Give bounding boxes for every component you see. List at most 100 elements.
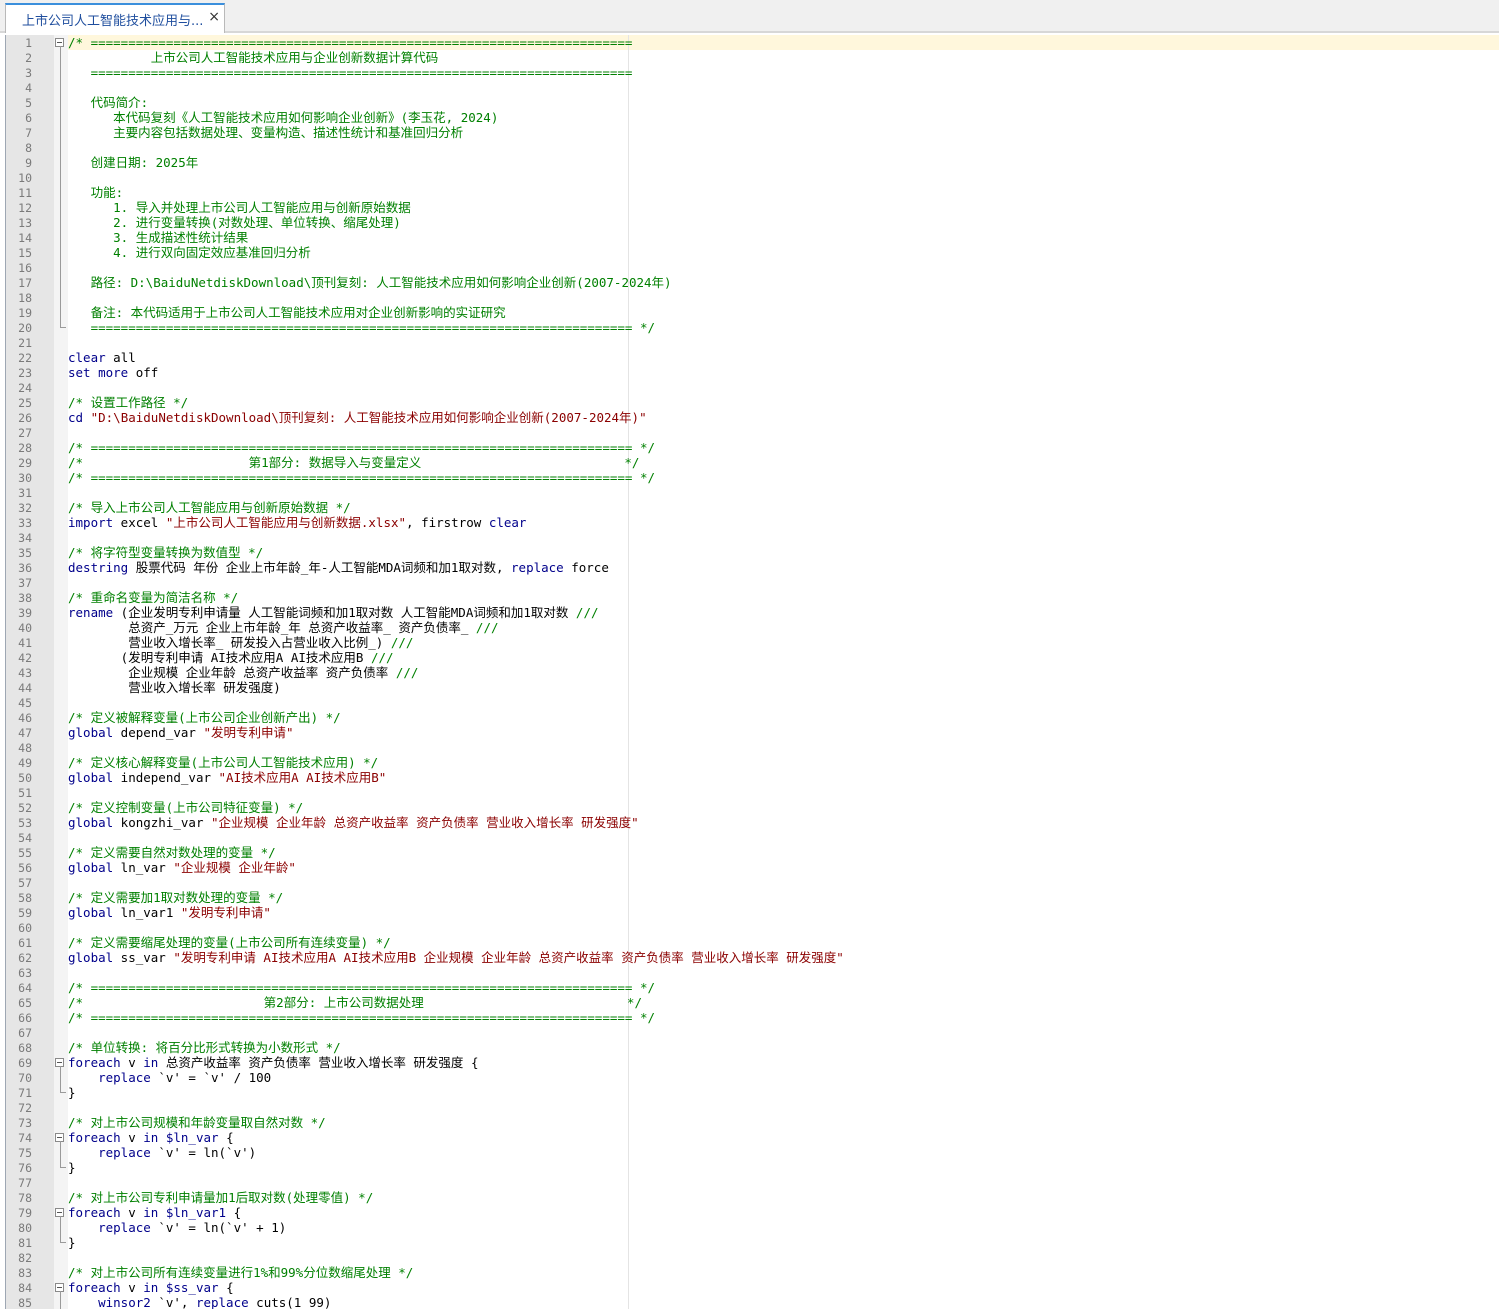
line-text[interactable]: /* 对上市公司专利申请量加1后取对数(处理零值) */ [68,1190,373,1205]
code-line[interactable]: 52 /* 定义控制变量(上市公司特征变量) */ [6,800,1499,815]
code-line[interactable]: 30 /* ===================================… [6,470,1499,485]
close-icon[interactable]: × [208,9,220,25]
code-line[interactable]: 70 replace `v' = `v' / 100 [6,1070,1499,1085]
line-text[interactable]: /* =====================================… [68,470,655,485]
code-line[interactable]: 2 上市公司人工智能技术应用与企业创新数据计算代码 [6,50,1499,65]
line-text[interactable]: 营业收入增长率 研发强度) [68,680,281,695]
line-text[interactable]: ========================================… [68,65,633,80]
code-line[interactable]: 11 功能: [6,185,1499,200]
code-line[interactable]: 12 1. 导入并处理上市公司人工智能应用与创新原始数据 [6,200,1499,215]
code-line[interactable]: 23 set more off [6,365,1499,380]
code-line[interactable]: 79 foreach v in $ln_var1 { [6,1205,1499,1220]
code-line[interactable]: 43 企业规模 企业年龄 总资产收益率 资产负债率 /// [6,665,1499,680]
line-text[interactable]: 代码简介: [68,95,149,110]
code-line[interactable]: 34 [6,530,1499,545]
code-line[interactable]: 26 cd "D:\BaiduNetdiskDownload\顶刊复刻: 人工智能… [6,410,1499,425]
code-line[interactable]: 45 [6,695,1499,710]
line-text[interactable]: 主要内容包括数据处理、变量构造、描述性统计和基准回归分析 [68,125,463,140]
code-line[interactable]: 62 global ss_var "发明专利申请 AI技术应用A AI技术应用B … [6,950,1499,965]
line-text[interactable]: foreach v in 总资产收益率 资产负债率 营业收入增长率 研发强度 { [68,1055,478,1070]
code-line[interactable]: 83 /* 对上市公司所有连续变量进行1%和99%分位数缩尾处理 */ [6,1265,1499,1280]
line-text[interactable]: global ln_var "企业规模 企业年龄" [68,860,296,875]
code-line[interactable]: 9 创建日期: 2025年 [6,155,1499,170]
line-text[interactable]: foreach v in $ss_var { [68,1280,234,1295]
code-line[interactable]: 7 主要内容包括数据处理、变量构造、描述性统计和基准回归分析 [6,125,1499,140]
line-text[interactable]: /* =====================================… [68,1010,655,1025]
code-line[interactable]: 59 global ln_var1 "发明专利申请" [6,905,1499,920]
line-text[interactable]: cd "D:\BaiduNetdiskDownload\顶刊复刻: 人工智能技术… [68,410,647,425]
code-line[interactable]: 20 =====================================… [6,320,1499,335]
line-text[interactable]: } [68,1235,76,1250]
line-text[interactable]: set more off [68,365,158,380]
line-text[interactable]: 功能: [68,185,124,200]
line-text[interactable]: replace `v' = ln(`v') [68,1145,256,1160]
code-line[interactable]: 57 [6,875,1499,890]
code-line[interactable]: 4 [6,80,1499,95]
line-text[interactable]: /* 重命名变量为简洁名称 */ [68,590,238,605]
line-text[interactable]: 1. 导入并处理上市公司人工智能应用与创新原始数据 [68,200,411,215]
code-line[interactable]: 46 /* 定义被解释变量(上市公司企业创新产出) */ [6,710,1499,725]
code-line[interactable]: 49 /* 定义核心解释变量(上市公司人工智能技术应用) */ [6,755,1499,770]
line-text[interactable]: /* 定义核心解释变量(上市公司人工智能技术应用) */ [68,755,378,770]
code-line[interactable]: 5 代码简介: [6,95,1499,110]
code-line[interactable]: 29 /* 第1部分: 数据导入与变量定义 */ [6,455,1499,470]
code-line[interactable]: 64 /* ===================================… [6,980,1499,995]
code-line[interactable]: 85 winsor2 `v', replace cuts(1 99) [6,1295,1499,1309]
code-line[interactable]: 51 [6,785,1499,800]
code-line[interactable]: 15 4. 进行双向固定效应基准回归分析 [6,245,1499,260]
line-text[interactable]: destring 股票代码 年份 企业上市年龄_年-人工智能MDA词频和加1取对… [68,560,609,575]
code-line[interactable]: 22 clear all [6,350,1499,365]
code-line[interactable]: 21 [6,335,1499,350]
code-line[interactable]: 58 /* 定义需要加1取对数处理的变量 */ [6,890,1499,905]
line-text[interactable]: global independ_var "AI技术应用A AI技术应用B" [68,770,386,785]
code-line[interactable]: 55 /* 定义需要自然对数处理的变量 */ [6,845,1499,860]
line-text[interactable]: 创建日期: 2025年 [68,155,199,170]
code-line[interactable]: 8 [6,140,1499,155]
code-line[interactable]: 67 [6,1025,1499,1040]
line-text[interactable]: global depend_var "发明专利申请" [68,725,294,740]
code-line[interactable]: 53 global kongzhi_var "企业规模 企业年龄 总资产收益率 资… [6,815,1499,830]
code-line[interactable]: 38 /* 重命名变量为简洁名称 */ [6,590,1499,605]
line-text[interactable]: foreach v in $ln_var1 { [68,1205,241,1220]
code-line[interactable]: 75 replace `v' = ln(`v') [6,1145,1499,1160]
line-text[interactable]: /* 对上市公司所有连续变量进行1%和99%分位数缩尾处理 */ [68,1265,413,1280]
code-line[interactable]: 82 [6,1250,1499,1265]
code-line[interactable]: 84 foreach v in $ss_var { [6,1280,1499,1295]
code-line[interactable]: 35 /* 将字符型变量转换为数值型 */ [6,545,1499,560]
code-line[interactable]: 56 global ln_var "企业规模 企业年龄" [6,860,1499,875]
line-text[interactable]: /* 定义需要缩尾处理的变量(上市公司所有连续变量) */ [68,935,391,950]
code-line[interactable]: 36 destring 股票代码 年份 企业上市年龄_年-人工智能MDA词频和加1… [6,560,1499,575]
code-line[interactable]: 31 [6,485,1499,500]
code-line[interactable]: 28 /* ===================================… [6,440,1499,455]
code-line[interactable]: 77 [6,1175,1499,1190]
code-line[interactable]: 13 2. 进行变量转换(对数处理、单位转换、缩尾处理) [6,215,1499,230]
line-text[interactable]: /* =====================================… [68,35,632,50]
code-line[interactable]: 24 [6,380,1499,395]
line-text[interactable]: 企业规模 企业年龄 总资产收益率 资产负债率 /// [68,665,418,680]
code-line[interactable]: 17 路径: D:\BaiduNetdiskDownload\顶刊复刻: 人工智… [6,275,1499,290]
code-line[interactable]: 72 [6,1100,1499,1115]
file-tab[interactable]: 上市公司人工智能技术应用与... × [5,3,225,33]
line-text[interactable]: 营业收入增长率_ 研发投入占营业收入比例_) /// [68,635,413,650]
code-line[interactable]: 16 [6,260,1499,275]
line-text[interactable]: /* =====================================… [68,980,655,995]
line-text[interactable]: /* 定义被解释变量(上市公司企业创新产出) */ [68,710,341,725]
line-text[interactable]: rename (企业发明专利申请量 人工智能词频和加1取对数 人工智能MDA词频… [68,605,599,620]
code-line[interactable]: 32 /* 导入上市公司人工智能应用与创新原始数据 */ [6,500,1499,515]
line-text[interactable]: import excel "上市公司人工智能应用与创新数据.xlsx", fir… [68,515,526,530]
code-line[interactable]: 48 [6,740,1499,755]
code-line[interactable]: 19 备注: 本代码适用于上市公司人工智能技术应用对企业创新影响的实证研究 [6,305,1499,320]
line-text[interactable]: foreach v in $ln_var { [68,1130,234,1145]
line-text[interactable]: 备注: 本代码适用于上市公司人工智能技术应用对企业创新影响的实证研究 [68,305,506,320]
line-text[interactable]: /* 导入上市公司人工智能应用与创新原始数据 */ [68,500,351,515]
line-text[interactable]: 本代码复刻《人工智能技术应用如何影响企业创新》(李玉花, 2024) [68,110,498,125]
line-text[interactable]: /* =====================================… [68,440,655,455]
code-editor[interactable]: 1 /* ====================================… [5,35,1499,1309]
line-text[interactable]: /* 定义需要加1取对数处理的变量 */ [68,890,283,905]
code-lines[interactable]: 1 /* ====================================… [6,35,1499,1309]
code-line[interactable]: 14 3. 生成描述性统计结果 [6,230,1499,245]
code-line[interactable]: 63 [6,965,1499,980]
line-text[interactable]: /* 单位转换: 将百分比形式转换为小数形式 */ [68,1040,341,1055]
line-text[interactable]: global kongzhi_var "企业规模 企业年龄 总资产收益率 资产负… [68,815,639,830]
line-text[interactable]: 2. 进行变量转换(对数处理、单位转换、缩尾处理) [68,215,401,230]
